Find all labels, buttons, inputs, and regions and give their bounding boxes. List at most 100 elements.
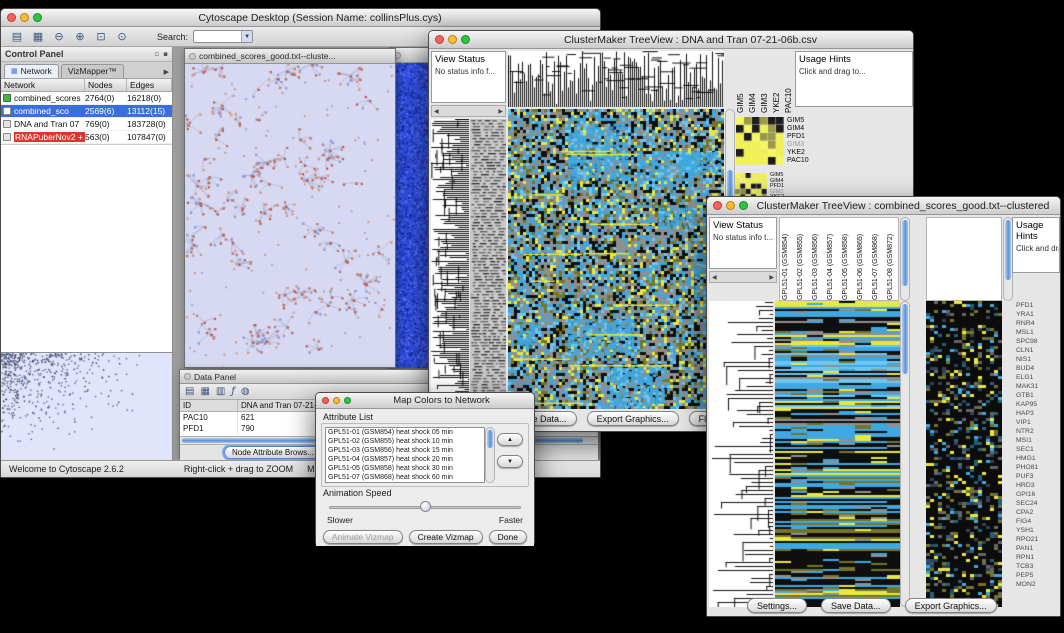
- view-status-panel: View Status No status info t...: [709, 217, 777, 269]
- inner-close-icon[interactable]: [184, 373, 191, 380]
- treeview2-titlebar[interactable]: ClusterMaker TreeView : combined_scores_…: [707, 197, 1060, 215]
- zoom-selected-icon[interactable]: ⊙: [114, 29, 130, 44]
- maximize-icon[interactable]: [33, 13, 42, 22]
- zoom-out-icon[interactable]: ⊖: [51, 29, 67, 44]
- close-icon[interactable]: [713, 201, 722, 210]
- column-label: GPL51-02 (GSM855): [797, 220, 810, 300]
- gene-label: PEP5: [1016, 571, 1060, 580]
- window-title: ClusterMaker TreeView : combined_scores_…: [752, 200, 1054, 212]
- stripe-heatmap-canvas[interactable]: [775, 301, 900, 607]
- tab-vizmapper[interactable]: VizMapper™: [61, 64, 124, 78]
- tree-scroll-strip[interactable]: ◀ ▶: [431, 105, 506, 117]
- maximize-icon[interactable]: [739, 201, 748, 210]
- gene-label: HAP3: [1016, 409, 1060, 418]
- dialog-button[interactable]: Done: [489, 530, 527, 544]
- animation-speed-slider[interactable]: [329, 500, 521, 514]
- correlation-matrix-canvas[interactable]: [736, 117, 784, 165]
- inner-window-titlebar[interactable]: combined_scores_good.txt--cluste...: [185, 49, 395, 64]
- gene-label: CLN1: [1016, 346, 1060, 355]
- scatter-heatmap-canvas[interactable]: [926, 301, 1002, 607]
- control-panel-tabs: ▦ Network VizMapper™ ▶: [1, 62, 172, 79]
- attribute-item[interactable]: GPL51-05 (GSM858) heat shock 30 min: [326, 464, 484, 473]
- scrollbar-thumb[interactable]: [1005, 220, 1011, 280]
- tab-overflow-icon[interactable]: ▶: [164, 68, 169, 78]
- cytoscape-titlebar[interactable]: Cytoscape Desktop (Session Name: collins…: [1, 9, 600, 27]
- import-attributes-icon[interactable]: ◍: [241, 386, 250, 397]
- maximize-icon[interactable]: [344, 397, 351, 404]
- network-overview-panel[interactable]: [1, 352, 172, 460]
- hide-panel-icon[interactable]: ▪: [163, 50, 168, 58]
- label-scrollbar[interactable]: [900, 217, 910, 301]
- float-panel-icon[interactable]: ▫: [155, 50, 160, 58]
- network-row-selected[interactable]: combined_sco 2569(6) 13112(15): [1, 105, 172, 118]
- treeview-button[interactable]: Export Graphics...: [905, 598, 997, 613]
- tree-scroll-strip[interactable]: ◀ ▶: [709, 271, 777, 283]
- treeview-button[interactable]: Export Graphics...: [587, 411, 679, 426]
- scrollbar-thumb[interactable]: [902, 304, 908, 374]
- row-dendrogram-canvas[interactable]: [709, 301, 773, 607]
- save-session-icon[interactable]: ▦: [30, 29, 46, 44]
- zoom-fit-icon[interactable]: ⊡: [93, 29, 109, 44]
- dropdown-arrow-icon[interactable]: ▼: [241, 31, 252, 42]
- maximize-icon[interactable]: [461, 35, 470, 44]
- attribute-list[interactable]: GPL51-01 (GSM854) heat shock 05 minGPL51…: [325, 427, 485, 483]
- minimize-icon[interactable]: [448, 35, 457, 44]
- scroll-left-icon[interactable]: ◀: [712, 274, 717, 281]
- move-down-button[interactable]: ▼: [497, 455, 523, 468]
- column-dendrogram-canvas[interactable]: [508, 51, 724, 107]
- inner-close-icon[interactable]: [189, 53, 196, 60]
- scroll-left-icon[interactable]: ◀: [434, 108, 439, 115]
- scrollbar-thumb[interactable]: [902, 220, 908, 286]
- heatmap-canvas[interactable]: [508, 109, 724, 409]
- network-icon: [3, 107, 11, 115]
- row-dendrogram-canvas[interactable]: [431, 119, 469, 409]
- treeview-button[interactable]: Settings...: [747, 598, 807, 613]
- matrix-label: PFD1: [787, 133, 809, 141]
- row-label-strip-canvas[interactable]: [470, 119, 506, 409]
- slider-thumb[interactable]: [420, 501, 431, 512]
- attribute-item[interactable]: GPL51-01 (GSM854) heat shock 05 min: [326, 428, 484, 437]
- network-overview-canvas[interactable]: [1, 353, 171, 459]
- attribute-item[interactable]: GPL51-07 (GSM868) heat shock 60 min: [326, 473, 484, 482]
- animation-speed-label: Animation Speed: [323, 488, 529, 498]
- data-panel-title: Data Panel: [194, 372, 236, 382]
- open-session-icon[interactable]: ▤: [9, 29, 25, 44]
- attribute-item[interactable]: GPL51-04 (GSM857) heat shock 20 min: [326, 455, 484, 464]
- close-icon[interactable]: [322, 397, 329, 404]
- scroll-right-icon[interactable]: ▶: [769, 274, 774, 281]
- minimize-icon[interactable]: [20, 13, 29, 22]
- treeview1-titlebar[interactable]: ClusterMaker TreeView : DNA and Tran 07-…: [429, 31, 913, 49]
- dialog-button[interactable]: Create Vizmap: [409, 530, 483, 544]
- attribute-item[interactable]: GPL51-03 (GSM856) heat shock 15 min: [326, 446, 484, 455]
- network-view-window[interactable]: combined_scores_good.txt--cluste...: [184, 48, 396, 368]
- node-attribute-browser-tab[interactable]: Node Attribute Brows...: [224, 446, 322, 459]
- list-scrollbar[interactable]: [485, 427, 495, 483]
- column-label: PAC10: [784, 51, 794, 113]
- function-builder-icon[interactable]: ƒ: [231, 386, 235, 397]
- scrollbar-thumb[interactable]: [487, 430, 493, 448]
- close-icon[interactable]: [435, 35, 444, 44]
- network-row[interactable]: DNA and Tran 07 769(0) 183728(0): [1, 118, 172, 131]
- dialog-titlebar[interactable]: Map Colors to Network: [316, 393, 534, 409]
- treeview-button[interactable]: Save Data...: [821, 598, 891, 613]
- move-up-button[interactable]: ▲: [497, 433, 523, 446]
- select-attributes-icon[interactable]: ▤: [185, 386, 194, 397]
- search-input[interactable]: ▼: [193, 30, 253, 43]
- network-graph-canvas[interactable]: [185, 64, 395, 367]
- close-icon[interactable]: [7, 13, 16, 22]
- network-row[interactable]: RNAPuberNov2 + 563(0) 107847(0): [1, 131, 172, 144]
- zoom-in-icon[interactable]: ⊕: [72, 29, 88, 44]
- delete-attribute-icon[interactable]: ▥: [216, 386, 225, 397]
- minimize-icon[interactable]: [726, 201, 735, 210]
- tab-network[interactable]: ▦ Network: [4, 64, 59, 78]
- gene-label: YSH1: [1016, 526, 1060, 535]
- attribute-item[interactable]: GPL51-02 (GSM855) heat shock 10 min: [326, 437, 484, 446]
- heatmap-scrollbar[interactable]: [900, 301, 910, 607]
- matrix-label: GIM5: [787, 117, 809, 125]
- minimize-icon[interactable]: [333, 397, 340, 404]
- scroll-right-icon[interactable]: ▶: [498, 108, 503, 115]
- create-attribute-icon[interactable]: ▦: [200, 386, 209, 397]
- network-row[interactable]: combined_scores 2764(0) 16218(0): [1, 92, 172, 105]
- matrix-labels: GIM5GIM4PFD1GIM3YKE2PAC10: [787, 117, 809, 165]
- dialog-button[interactable]: Animate Vizmap: [323, 530, 403, 544]
